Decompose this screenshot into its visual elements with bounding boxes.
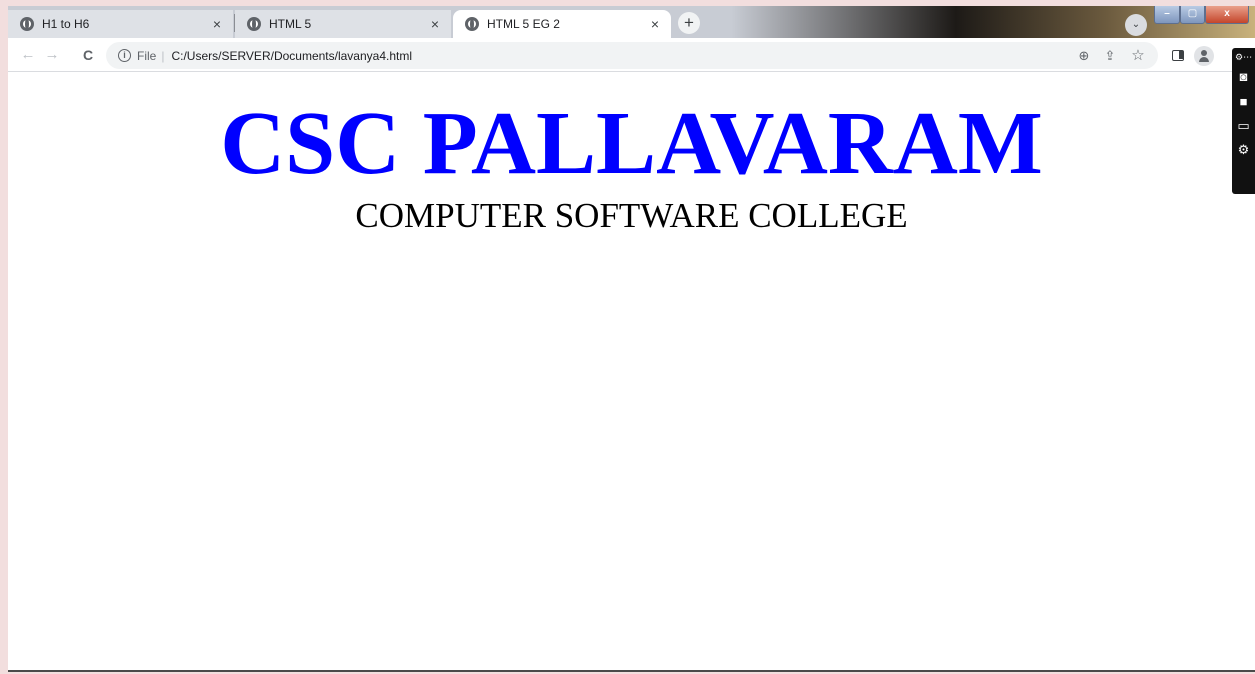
capture-toolbar: ⚙⋯ ◙ ■ ▭ ⚙ xyxy=(1232,48,1255,194)
settings-gear-icon[interactable]: ⚙ xyxy=(1235,141,1252,158)
tab-html-5-eg-2[interactable]: HTML 5 EG 2 × xyxy=(453,10,671,38)
profile-avatar-icon[interactable] xyxy=(1194,46,1214,66)
info-icon[interactable]: i xyxy=(118,49,131,62)
page-content: CSC PALLAVARAM COMPUTER SOFTWARE COLLEGE xyxy=(8,72,1255,670)
side-panel-icon[interactable] xyxy=(1172,50,1184,61)
tab-search-button[interactable]: ⌄ xyxy=(1125,14,1147,36)
browser-toolbar: ← → C i File | C:/Users/SERVER/Documents… xyxy=(8,38,1255,72)
tab-title: HTML 5 xyxy=(269,17,312,31)
new-tab-button[interactable]: + xyxy=(678,12,700,34)
globe-icon xyxy=(247,17,261,31)
back-button[interactable]: ← xyxy=(18,45,38,65)
share-icon[interactable]: ⇪ xyxy=(1102,48,1118,64)
bookmark-star-icon[interactable]: ☆ xyxy=(1130,48,1146,64)
tab-strip: H1 to H6 × HTML 5 × HTML 5 EG 2 × + ⌄ – … xyxy=(8,6,1255,38)
browser-window: H1 to H6 × HTML 5 × HTML 5 EG 2 × + ⌄ – … xyxy=(8,6,1255,672)
maximize-button[interactable]: ▢ xyxy=(1180,6,1205,24)
tab-title: HTML 5 EG 2 xyxy=(487,17,560,31)
forward-button[interactable]: → xyxy=(42,45,62,65)
tab-close-icon[interactable]: × xyxy=(647,16,663,32)
video-camera-icon[interactable]: ■ xyxy=(1235,93,1252,110)
capture-menu-icon[interactable]: ⚙⋯ xyxy=(1235,52,1252,62)
address-bar[interactable]: i File | C:/Users/SERVER/Documents/lavan… xyxy=(106,42,1158,69)
page-heading: CSC PALLAVARAM xyxy=(220,94,1043,193)
url-text[interactable]: C:/Users/SERVER/Documents/lavanya4.html xyxy=(171,49,412,63)
tab-close-icon[interactable]: × xyxy=(209,16,225,32)
page-subheading: COMPUTER SOFTWARE COLLEGE xyxy=(355,196,908,235)
window-capture-icon[interactable]: ▭ xyxy=(1235,117,1252,134)
reload-button[interactable]: C xyxy=(78,45,98,65)
globe-icon xyxy=(20,17,34,31)
taskbar-edge xyxy=(8,670,1255,672)
tab-title: H1 to H6 xyxy=(42,17,90,31)
url-divider: | xyxy=(161,48,165,63)
tab-html-5[interactable]: HTML 5 × xyxy=(235,10,451,38)
scheme-label: File xyxy=(137,48,157,63)
tab-h1-to-h6[interactable]: H1 to H6 × xyxy=(8,10,233,38)
tab-close-icon[interactable]: × xyxy=(427,16,443,32)
zoom-icon[interactable]: ⊕ xyxy=(1076,48,1092,64)
close-window-button[interactable]: x xyxy=(1205,6,1249,24)
minimize-button[interactable]: – xyxy=(1154,6,1180,24)
camera-icon[interactable]: ◙ xyxy=(1235,68,1252,85)
globe-icon xyxy=(465,17,479,31)
